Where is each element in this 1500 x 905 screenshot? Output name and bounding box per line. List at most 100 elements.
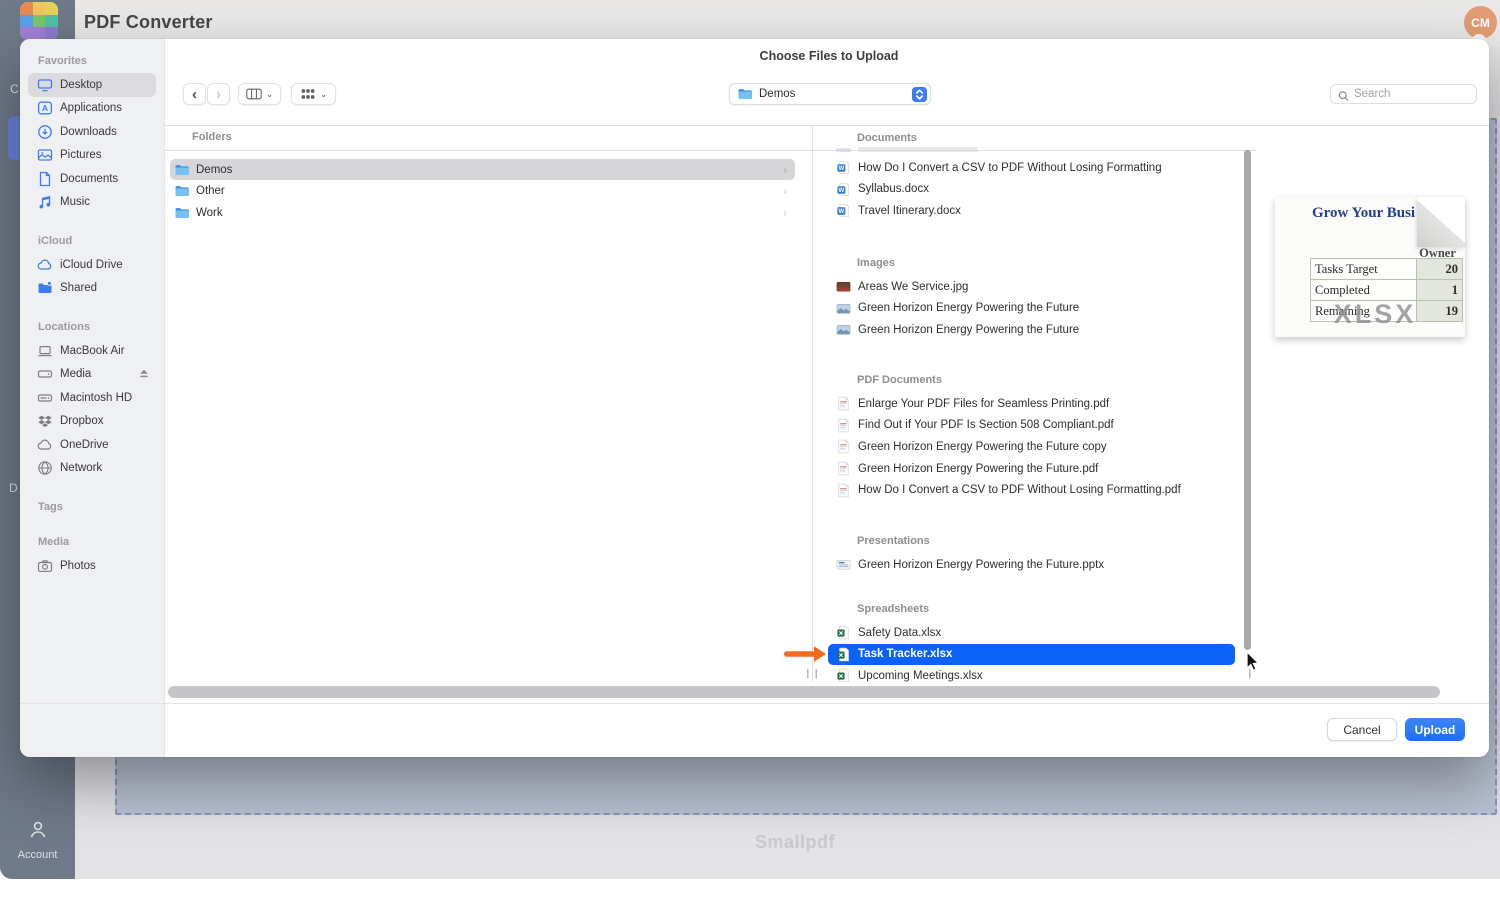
account-label: Account (0, 849, 75, 861)
sidebar-item-label: Documents (60, 173, 156, 185)
shared-folder-icon (37, 280, 53, 296)
file-row[interactable]: Green Horizon Energy Powering the Future… (828, 554, 1235, 575)
sidebar-item-icloud-drive[interactable]: iCloud Drive (28, 253, 156, 277)
file-row[interactable]: Green Horizon Energy Powering the Future… (828, 436, 1235, 457)
forward-button[interactable]: › (207, 83, 230, 105)
column-view-button[interactable]: ⌄ (238, 83, 281, 105)
horizontal-scrollbar[interactable] (168, 686, 1440, 698)
pdf-file-icon (836, 439, 851, 454)
vertical-scrollbar[interactable] (1244, 150, 1251, 650)
file-row[interactable]: Green Horizon Energy Powering the Future (828, 298, 1235, 319)
file-section-header: Presentations (857, 535, 930, 547)
file-row[interactable]: Areas We Service.jpg (828, 276, 1235, 297)
sidebar-item-shared[interactable]: Shared (28, 277, 156, 301)
clipped-file-row (828, 145, 1235, 152)
file-row[interactable]: Safety Data.xlsx (828, 622, 1235, 643)
folder-icon (174, 205, 190, 221)
file-row[interactable]: Green Horizon Energy Powering the Future… (828, 458, 1235, 479)
dropdown-stepper-icon[interactable] (912, 87, 927, 102)
chevron-right-icon: › (783, 184, 787, 198)
file-name: Travel Itinerary.docx (858, 205, 961, 217)
chevron-down-icon: ⌄ (320, 89, 328, 100)
sidebar-group-header: Favorites (20, 55, 164, 69)
sidebar-item-label: iCloud Drive (60, 259, 156, 271)
file-section-header: PDF Documents (857, 374, 942, 386)
search-icon (1337, 88, 1350, 101)
dialog-title: Choose Files to Upload (629, 49, 1029, 63)
folder-row-work[interactable]: Work› (170, 202, 795, 223)
file-section-header: Images (857, 257, 895, 269)
file-name: Green Horizon Energy Powering the Future (858, 324, 1079, 336)
thumb-row-value: 20 (1417, 259, 1463, 280)
thumbnail-table-row: Tasks Target20 (1311, 259, 1463, 280)
pictures-icon (37, 147, 53, 163)
file-row[interactable]: Upcoming Meetings.xlsx (828, 665, 1235, 682)
eject-icon[interactable] (136, 366, 152, 382)
file-name: Upcoming Meetings.xlsx (858, 670, 983, 682)
location-dropdown-label: Demos (759, 88, 906, 100)
sidebar-item-downloads[interactable]: Downloads (28, 120, 156, 144)
folder-name: Other (196, 185, 777, 197)
internal-drive-icon (37, 390, 53, 406)
file-name: Enlarge Your PDF Files for Seamless Prin… (858, 398, 1109, 410)
sidebar-item-network[interactable]: Network (28, 457, 156, 481)
account-button[interactable]: Account (0, 818, 75, 861)
group-by-button[interactable]: ⌄ (291, 83, 336, 105)
sidebar-group-icloud: iCloud iCloud Drive Shared (20, 235, 164, 300)
sidebar-item-pictures[interactable]: Pictures (28, 144, 156, 168)
downloads-icon (37, 124, 53, 140)
sidebar-item-photos[interactable]: Photos (28, 554, 156, 578)
occluded-text-fragment: D (9, 481, 18, 495)
sidebar-item-label: Pictures (60, 149, 156, 161)
sidebar-item-macintosh-hd[interactable]: Macintosh HD (28, 386, 156, 410)
choose-files-dialog: Favorites Desktop AApplicationsDownloads Pi… (20, 39, 1489, 757)
file-name: Areas We Service.jpg (858, 281, 968, 293)
sidebar-group-header: iCloud (20, 235, 164, 249)
sidebar-item-onedrive[interactable]: OneDrive (28, 433, 156, 457)
pdf-file-icon (836, 396, 851, 411)
sidebar-item-media[interactable]: Media (28, 363, 156, 387)
search-input[interactable] (1354, 88, 1470, 100)
screen: Smallpdf C D Account PDF Converter CM ⌄ … (0, 0, 1500, 905)
slide-file-icon (836, 557, 851, 572)
upload-button[interactable]: Upload (1405, 718, 1465, 741)
sidebar-item-desktop[interactable]: Desktop (28, 73, 156, 97)
file-row[interactable]: Enlarge Your PDF Files for Seamless Prin… (828, 393, 1235, 414)
file-section-images: Images Areas We Service.jpg Green Horizon … (812, 257, 1256, 343)
sidebar-item-music[interactable]: Music (28, 191, 156, 215)
word-file-icon: W (836, 203, 851, 218)
file-section-header: Spreadsheets (857, 603, 929, 615)
file-row[interactable]: WHow Do I Convert a CSV to PDF Without L… (828, 157, 1235, 178)
search-field[interactable] (1330, 84, 1477, 104)
file-section-presentations: Presentations Green Horizon Energy Poweri… (812, 535, 1256, 578)
cancel-button[interactable]: Cancel (1327, 718, 1397, 741)
back-button[interactable]: ‹ (183, 83, 206, 105)
sidebar-group-header: Tags (20, 501, 164, 515)
pdf-file-icon (836, 483, 851, 498)
file-row[interactable]: WSyllabus.docx (828, 179, 1235, 200)
folder-row-other[interactable]: Other › (170, 181, 795, 202)
svg-text:A: A (42, 103, 48, 113)
sidebar-item-applications[interactable]: AApplications (28, 97, 156, 121)
annotation-arrow-icon (784, 644, 828, 664)
onedrive-icon (37, 437, 53, 453)
file-name: Green Horizon Energy Powering the Future… (858, 559, 1104, 571)
location-dropdown[interactable]: Demos (729, 83, 931, 105)
file-row[interactable]: Green Horizon Energy Powering the Future (828, 319, 1235, 340)
folder-row-demos[interactable]: Demos› (170, 159, 795, 180)
file-row[interactable]: How Do I Convert a CSV to PDF Without Lo… (828, 480, 1235, 501)
file-row[interactable]: Find Out if Your PDF Is Section 508 Comp… (828, 415, 1235, 436)
file-row[interactable]: W Travel Itinerary.docx (828, 200, 1235, 221)
file-row[interactable]: Task Tracker.xlsx (828, 644, 1235, 665)
sidebar-item-dropbox[interactable]: Dropbox (28, 410, 156, 434)
file-name: How Do I Convert a CSV to PDF Without Lo… (858, 162, 1162, 174)
finder-sidebar: Favorites Desktop AApplicationsDownloads Pi… (20, 39, 165, 757)
sidebar-item-documents[interactable]: Documents (28, 167, 156, 191)
app-logo-icon (20, 2, 58, 40)
sidebar-item-label: Desktop (60, 79, 156, 91)
applications-icon: A (37, 100, 53, 116)
folder-name: Demos (196, 164, 777, 176)
sidebar-item-macbook-air[interactable]: MacBook Air (28, 339, 156, 363)
file-name: Syllabus.docx (858, 183, 929, 195)
smallpdf-watermark: Smallpdf (695, 832, 895, 853)
